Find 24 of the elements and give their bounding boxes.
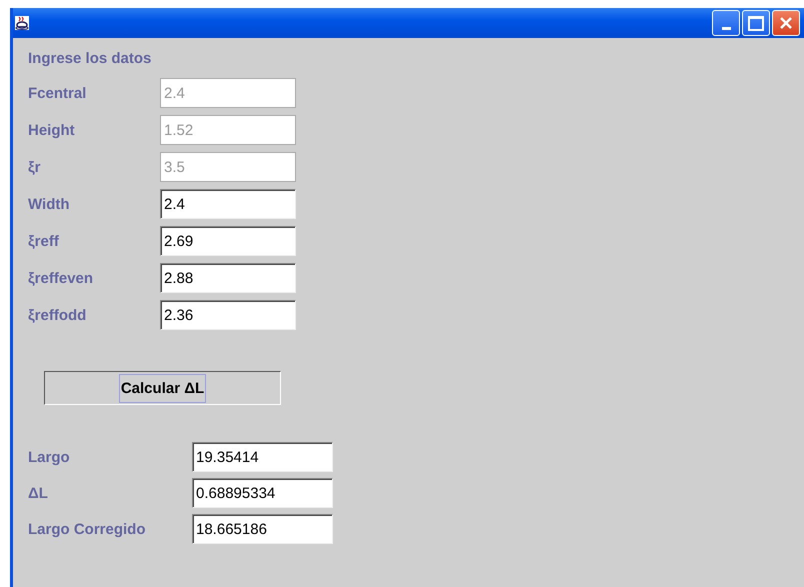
output-field[interactable]: 19.35414 — [192, 442, 333, 472]
field-label: ξreffodd — [28, 306, 88, 324]
maximize-button[interactable] — [742, 10, 770, 36]
field-label: Fcentral — [28, 84, 88, 102]
output-field[interactable]: 18.665186 — [192, 514, 333, 544]
input-field[interactable]: 2.4 — [160, 189, 296, 219]
section-heading: Ingrese los datos — [28, 50, 152, 69]
close-icon — [779, 16, 793, 30]
field-label: ξreff — [28, 232, 60, 250]
field-label: Height — [28, 122, 76, 138]
field-label: ξr — [28, 158, 42, 176]
input-field[interactable]: 2.69 — [160, 226, 296, 256]
output-field[interactable]: 0.68895334 — [192, 478, 333, 508]
result-label: Largo — [28, 448, 71, 466]
close-button[interactable] — [772, 10, 800, 36]
result-label: Largo Corregido — [28, 520, 147, 538]
field-label: Width — [28, 196, 71, 212]
field-label: ξreffeven — [28, 270, 94, 286]
calculate-button[interactable]: Calcular ΔL — [44, 371, 281, 405]
input-field[interactable]: 2.88 — [160, 263, 296, 293]
minimize-button[interactable] — [712, 10, 740, 36]
input-field[interactable]: 2.36 — [160, 300, 296, 330]
cup-icon — [14, 15, 30, 31]
result-label: ΔL — [28, 484, 49, 502]
